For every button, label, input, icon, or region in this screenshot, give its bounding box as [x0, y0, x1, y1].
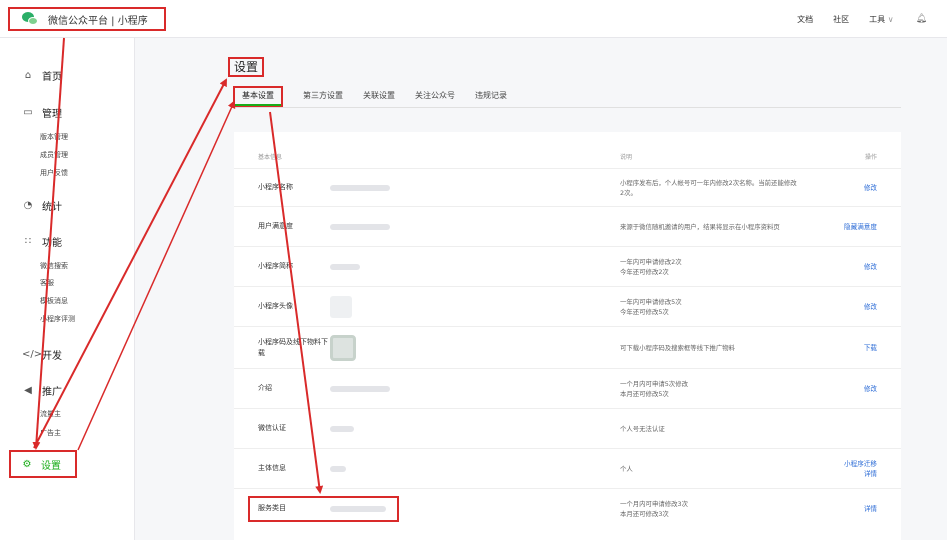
row-name: 小程序简称 [258, 262, 293, 270]
tab-associations[interactable]: 关联设置 [363, 86, 395, 107]
download-link[interactable]: 下载 [864, 343, 877, 353]
sidebar-subitem-members[interactable]: 成员管理 [40, 150, 68, 160]
row-desc: 一年内可申请修改5次 今年还可修改5次 [620, 297, 682, 316]
sidebar-subitem-advertiser[interactable]: 广告主 [40, 428, 61, 438]
tab-violations[interactable]: 违规记录 [475, 86, 507, 107]
table-row: 微信认证 个人号无法认证 [234, 408, 901, 448]
row-name: 用户满意度 [258, 222, 293, 230]
row-desc: 一个月内可申请修改3次 本月还可修改3次 [620, 499, 688, 518]
table-row: 小程序码及线下物料下载 可下载小程序码及搜索框等线下推广物料 下载 [234, 326, 901, 368]
sidebar-item-label: 统计 [42, 202, 62, 213]
wechat-logo-icon [22, 12, 38, 26]
edit-link[interactable]: 修改 [864, 302, 877, 312]
code-icon: </> [22, 349, 43, 360]
redacted-value [330, 425, 354, 432]
tools-menu[interactable]: 工具 ∨ [869, 14, 893, 25]
sidebar-item-label: 设置 [41, 460, 61, 472]
sidebar-item-label: 管理 [42, 109, 62, 120]
sidebar-item-manage[interactable]: ▭ 管理 [22, 105, 62, 120]
row-name: 微信认证 [258, 424, 286, 432]
sidebar-subitem-evaluation[interactable]: 小程序评测 [40, 314, 75, 324]
sidebar-item-features[interactable]: ∷ 功能 [22, 234, 62, 249]
table-row: 介绍 一个月内可申请5次修改 本月还可修改5次 修改 [234, 368, 901, 408]
redacted-value [330, 223, 390, 230]
settings-table: 基本信息 说明 操作 小程序名称 小程序发布后，个人帐号可一年内修改2次名称。当… [234, 132, 901, 540]
row-desc: 一年内可申请修改2次 今年还可修改2次 [620, 257, 682, 276]
grid-icon: ∷ [24, 236, 32, 247]
sidebar-subitem-versions[interactable]: 版本管理 [40, 132, 68, 142]
row-name: 主体信息 [258, 464, 286, 472]
header-info: 基本信息 [258, 153, 283, 161]
row-desc: 来源于微信随机邀请的用户，结果将显示在小程序资料页 [620, 222, 780, 231]
redacted-value [330, 184, 390, 191]
row-desc: 个人号无法认证 [620, 424, 665, 433]
table-row: 小程序简称 一年内可申请修改2次 今年还可修改2次 修改 [234, 246, 901, 286]
brand-title: 微信公众平台 | 小程序 [48, 15, 148, 27]
edit-link[interactable]: 修改 [864, 262, 877, 272]
sidebar-subitem-search[interactable]: 微信搜索 [40, 261, 68, 271]
table-row: 用户满意度 来源于微信随机邀请的用户，结果将显示在小程序资料页 隐藏满意度 [234, 206, 901, 246]
edit-link[interactable]: 修改 [864, 183, 877, 193]
tools-label: 工具 [869, 14, 886, 24]
inbox-icon: ▭ [23, 107, 33, 118]
sidebar-item-settings[interactable]: ⚙ 设置 [9, 450, 77, 478]
sidebar-item-stats[interactable]: ◔ 统计 [22, 198, 62, 213]
table-header: 基本信息 说明 操作 [234, 144, 901, 168]
sidebar-item-label: 开发 [42, 351, 62, 362]
table-row: 小程序名称 小程序发布后，个人帐号可一年内修改2次名称。当前还能修改2次。 修改 [234, 168, 901, 206]
row-name: 小程序头像 [258, 302, 293, 310]
tab-follow-official-account[interactable]: 关注公众号 [415, 86, 455, 107]
sidebar-subitem-feedback[interactable]: 用户反馈 [40, 168, 68, 178]
row-desc: 一个月内可申请5次修改 本月还可修改5次 [620, 379, 688, 398]
gear-icon: ⚙ [22, 458, 32, 470]
sidebar-subitem-traffic-owner[interactable]: 流量主 [40, 409, 61, 419]
redacted-value [330, 385, 390, 392]
sidebar-item-label: 首页 [42, 72, 62, 83]
sidebar-item-home[interactable]: ⌂ 首页 [22, 68, 62, 83]
brand-home-link[interactable]: 微信公众平台 | 小程序 [8, 7, 166, 31]
page-title: 设置 [228, 57, 265, 77]
megaphone-icon: ◀ [24, 385, 32, 396]
sidebar-item-label: 推广 [42, 387, 62, 398]
sidebar-item-develop[interactable]: </> 开发 [22, 347, 62, 362]
table-row: 小程序头像 一年内可申请修改5次 今年还可修改5次 修改 [234, 286, 901, 326]
avatar [330, 295, 352, 318]
qr-code-icon [330, 334, 356, 361]
row-desc: 小程序发布后，个人帐号可一年内修改2次名称。当前还能修改2次。 [620, 178, 797, 197]
tab-basic-settings[interactable]: 基本设置 [233, 86, 283, 107]
row-name: 小程序码及线下物料下载 [258, 337, 328, 357]
settings-tabs: 基本设置 第三方设置 关联设置 关注公众号 违规记录 [233, 86, 901, 108]
redacted-value [330, 263, 360, 270]
sidebar-subitem-template-messages[interactable]: 模板消息 [40, 296, 68, 306]
redacted-value [330, 465, 346, 472]
table-row: 主体信息 个人 小程序迁移 详情 [234, 448, 901, 488]
row-name: 小程序名称 [258, 183, 293, 191]
service-category-highlight [248, 496, 399, 522]
header-op: 操作 [864, 153, 877, 161]
chevron-down-icon: ∨ [887, 14, 894, 24]
hide-satisfaction-link[interactable]: 隐藏满意度 [844, 222, 877, 232]
community-link[interactable]: 社区 [833, 14, 849, 25]
sidebar-subitem-customer-service[interactable]: 客服 [40, 278, 54, 288]
sidebar-item-label: 功能 [42, 238, 62, 249]
pie-chart-icon: ◔ [23, 200, 33, 211]
bell-icon[interactable]: 🔔︎ [916, 14, 927, 24]
row-desc: 个人 [620, 464, 633, 473]
home-icon: ⌂ [24, 70, 32, 81]
edit-link[interactable]: 修改 [864, 384, 877, 394]
header-desc: 说明 [620, 153, 633, 161]
top-bar: 微信公众平台 | 小程序 文档 社区 工具 ∨ 🔔︎ [0, 0, 947, 38]
migrate-details-link[interactable]: 小程序迁移 详情 [844, 459, 877, 479]
sidebar-item-promote[interactable]: ◀ 推广 [22, 383, 62, 398]
tab-third-party[interactable]: 第三方设置 [303, 86, 343, 107]
row-desc: 可下载小程序码及搜索框等线下推广物料 [620, 343, 736, 352]
details-link[interactable]: 详情 [864, 504, 877, 514]
docs-link[interactable]: 文档 [797, 14, 813, 25]
top-nav: 文档 社区 工具 ∨ 🔔︎ [777, 0, 947, 38]
row-name: 介绍 [258, 384, 272, 392]
